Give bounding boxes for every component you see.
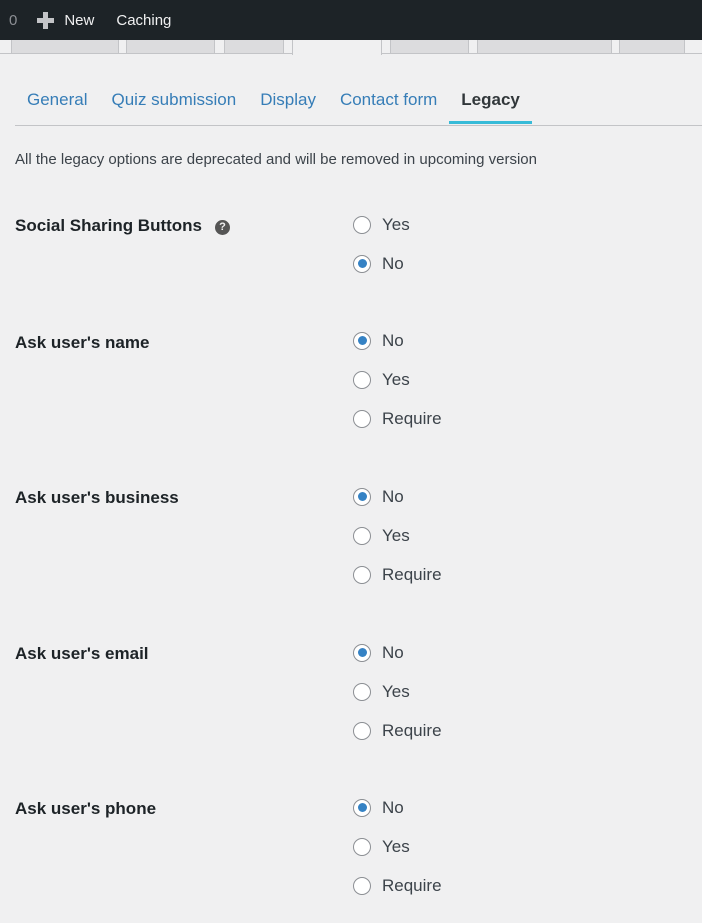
radio-option-require[interactable]: Require xyxy=(353,867,442,906)
radio-button-checked[interactable] xyxy=(353,487,371,506)
radio-button-checked[interactable] xyxy=(353,254,371,273)
radio-option-no[interactable]: No xyxy=(353,321,442,360)
radio-group: Yes No xyxy=(353,205,410,284)
new-content-button[interactable]: New xyxy=(37,11,95,29)
radio-option-no[interactable]: No xyxy=(353,633,442,672)
radio-option-yes[interactable]: Yes xyxy=(353,360,442,399)
setting-label: Ask user's name xyxy=(15,333,150,352)
radio-option-yes[interactable]: Yes xyxy=(353,205,410,244)
radio-button[interactable] xyxy=(353,370,371,389)
subtab-general[interactable]: General xyxy=(15,78,99,124)
radio-button[interactable] xyxy=(353,877,371,896)
radio-button-checked[interactable] xyxy=(353,331,371,350)
setting-label: Ask user's business xyxy=(15,488,179,507)
radio-option-yes[interactable]: Yes xyxy=(353,672,442,711)
radio-option-require[interactable]: Require xyxy=(353,400,442,439)
admin-bar: 0 New Caching xyxy=(0,0,702,40)
help-icon[interactable]: ? xyxy=(215,219,231,235)
settings-nav-tabs xyxy=(0,34,702,55)
new-label: New xyxy=(64,11,95,29)
radio-option-no[interactable]: No xyxy=(353,477,442,516)
subtab-legacy[interactable]: Legacy xyxy=(449,78,532,124)
radio-option-no[interactable]: No xyxy=(353,244,410,283)
plus-icon xyxy=(37,11,55,29)
setting-label: Ask user's phone xyxy=(15,799,157,818)
radio-button-checked[interactable] xyxy=(353,798,371,817)
radio-button[interactable] xyxy=(353,722,371,741)
options-subtabs: General Quiz submission Display Contact … xyxy=(15,78,702,126)
radio-option-yes[interactable]: Yes xyxy=(353,827,442,866)
subtab-quiz-submission[interactable]: Quiz submission xyxy=(99,78,248,124)
radio-group: No Yes Require xyxy=(353,321,442,439)
radio-button[interactable] xyxy=(353,682,371,701)
subtab-contact-form[interactable]: Contact form xyxy=(328,78,449,124)
radio-button[interactable] xyxy=(353,215,371,234)
radio-option-no[interactable]: No xyxy=(353,788,442,827)
radio-button[interactable] xyxy=(353,837,371,856)
subtab-display[interactable]: Display xyxy=(248,78,328,124)
setting-label: Social Sharing Buttons ? xyxy=(15,216,231,236)
radio-button[interactable] xyxy=(353,410,371,429)
deprecation-notice: All the legacy options are deprecated an… xyxy=(15,151,537,168)
radio-option-yes[interactable]: Yes xyxy=(353,516,442,555)
radio-group: No Yes Require xyxy=(353,633,442,751)
comments-count[interactable]: 0 xyxy=(9,12,17,29)
radio-button[interactable] xyxy=(353,566,371,585)
radio-option-require[interactable]: Require xyxy=(353,712,442,751)
caching-menu[interactable]: Caching xyxy=(116,12,171,29)
radio-group: No Yes Require xyxy=(353,477,442,595)
radio-group: No Yes Require xyxy=(353,788,442,906)
radio-button-checked[interactable] xyxy=(353,643,371,662)
radio-option-require[interactable]: Require xyxy=(353,556,442,595)
radio-button[interactable] xyxy=(353,526,371,545)
setting-label: Ask user's email xyxy=(15,644,149,663)
